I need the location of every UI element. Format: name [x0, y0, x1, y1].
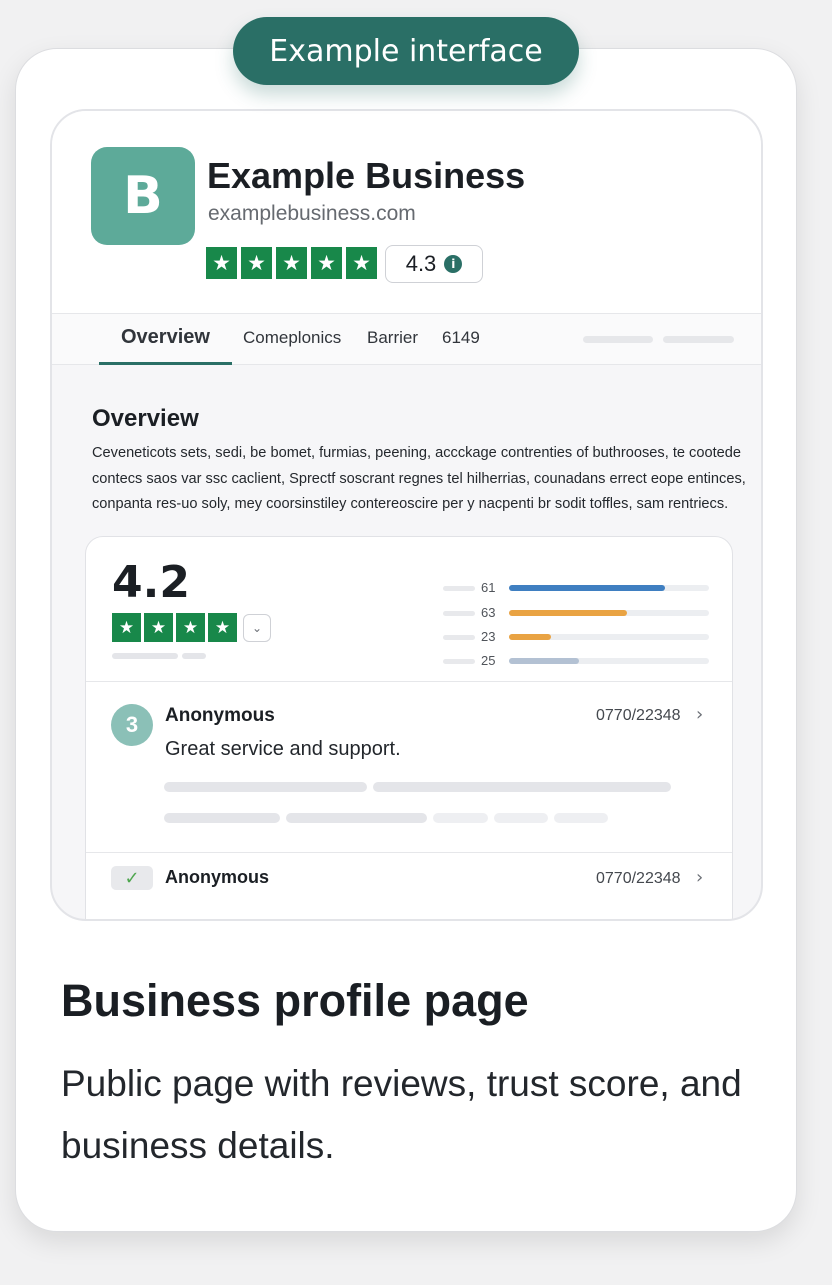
text-placeholder — [494, 813, 548, 823]
trust-stars: ★ ★ ★ ★ ★ — [206, 247, 377, 279]
star-icon: ★ — [206, 247, 237, 279]
text-placeholder — [182, 653, 206, 659]
tab-placeholder — [663, 336, 734, 343]
distribution-track — [509, 658, 709, 664]
distribution-bar — [509, 585, 665, 591]
star-icon: ★ — [241, 247, 272, 279]
text-placeholder — [373, 782, 671, 792]
distribution-count: 25 — [481, 653, 496, 668]
star-icon: ★ — [346, 247, 377, 279]
tab-placeholder — [583, 336, 653, 343]
star-icon: ★ — [112, 613, 141, 642]
avatar: 3 — [111, 704, 153, 746]
chevron-down-icon[interactable]: ⌄ — [243, 613, 271, 642]
overview-heading: Overview — [92, 405, 199, 432]
review-date: 0770/22348 — [596, 870, 681, 887]
rating-value: 4.3 — [405, 251, 437, 276]
text-placeholder — [164, 813, 280, 823]
business-logo: B — [91, 147, 195, 245]
business-name: Example Business — [207, 155, 526, 196]
info-icon[interactable]: i — [444, 255, 463, 273]
business-header: B Example Business examplebusiness.com ★… — [52, 111, 761, 315]
distribution-track — [509, 634, 709, 640]
label-placeholder — [443, 659, 475, 664]
text-placeholder — [164, 782, 367, 792]
text-placeholder — [433, 813, 488, 823]
text-placeholder — [112, 653, 178, 659]
label-placeholder — [443, 635, 475, 640]
tab-6149[interactable]: 6149 — [442, 328, 480, 348]
star-icon: ★ — [176, 613, 205, 642]
overview-text: Ceveneticots sets, sedi, be bomet, furmi… — [92, 445, 746, 512]
example-interface-badge: Example interface — [233, 17, 579, 85]
profile-tabs: Overview Comeplonics Barrier 6149 — [52, 313, 761, 365]
checkmark-icon: ✓ — [111, 866, 153, 890]
distribution-track — [509, 610, 709, 616]
distribution-count: 63 — [481, 605, 496, 620]
business-url[interactable]: examplebusiness.com — [208, 202, 416, 226]
distribution-track — [509, 585, 709, 591]
tab-barrier[interactable]: Barrier — [367, 328, 418, 348]
distribution-row: 25 — [443, 653, 709, 669]
rating-badge[interactable]: 4.3 i — [385, 245, 483, 283]
text-placeholder — [286, 813, 427, 823]
distribution-count: 23 — [481, 629, 496, 644]
summary-score: 4.2 — [112, 557, 190, 608]
chevron-right-icon[interactable]: › — [696, 867, 703, 888]
star-icon: ★ — [276, 247, 307, 279]
star-icon: ★ — [311, 247, 342, 279]
chevron-right-icon[interactable]: › — [696, 704, 703, 725]
star-icon: ★ — [208, 613, 237, 642]
label-placeholder — [443, 586, 475, 591]
reviewer-name[interactable]: Anonymous — [165, 705, 275, 727]
star-icon: ★ — [144, 613, 173, 642]
text-placeholder — [554, 813, 608, 823]
tab-overview[interactable]: Overview — [121, 326, 210, 349]
reviews-panel: 4.2 ★ ★ ★ ★ ⌄ 61 63 23 25 3 Anonymous 0770/… — [85, 536, 733, 919]
reviewer-name[interactable]: Anonymous — [165, 867, 269, 888]
tab-comeplonics[interactable]: Comeplonics — [243, 328, 341, 348]
business-profile-screen: B Example Business examplebusiness.com ★… — [50, 109, 763, 921]
label-placeholder — [443, 611, 475, 616]
divider — [86, 681, 732, 682]
feature-description: Public page with reviews, trust score, a… — [61, 1063, 742, 1166]
divider — [86, 852, 732, 853]
distribution-row: 63 — [443, 605, 709, 621]
distribution-row: 23 — [443, 629, 709, 645]
review-text: Great service and support. — [165, 738, 401, 760]
active-tab-indicator — [99, 362, 232, 365]
summary-stars: ★ ★ ★ ★ ⌄ — [112, 613, 271, 642]
distribution-bar — [509, 658, 579, 664]
review-date: 0770/22348 — [596, 707, 681, 724]
feature-title: Business profile page — [61, 975, 529, 1026]
distribution-bar — [509, 610, 627, 616]
distribution-row: 61 — [443, 580, 709, 596]
distribution-count: 61 — [481, 580, 496, 595]
distribution-bar — [509, 634, 551, 640]
